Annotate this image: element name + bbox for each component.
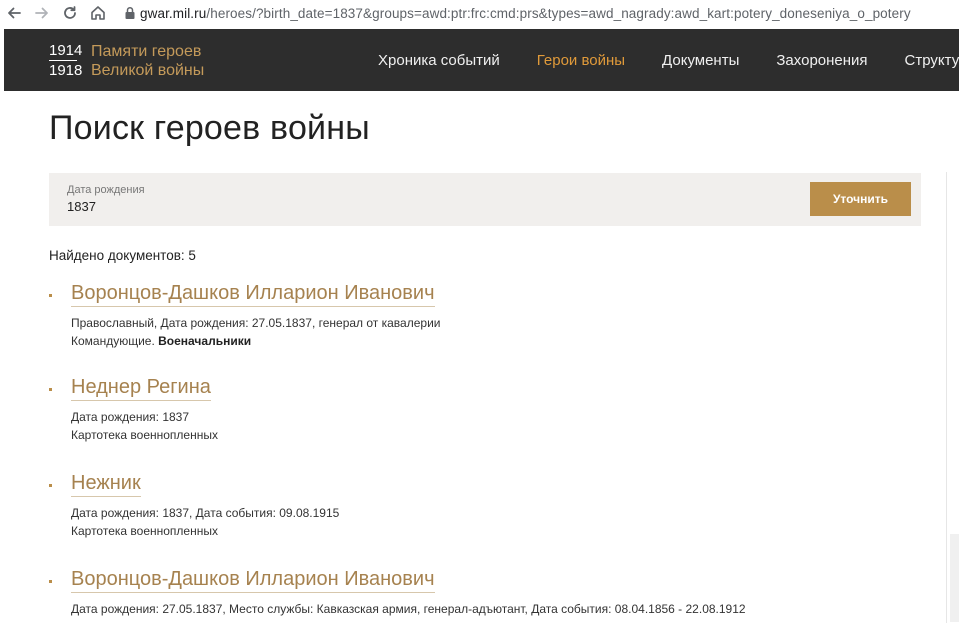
filter-bar: Дата рождения 1837 Уточнить <box>49 173 921 226</box>
result-meta-line: Дата рождения: 1837, Дата события: 09.08… <box>71 506 340 520</box>
list-item: Нежник Дата рождения: 1837, Дата события… <box>49 471 939 567</box>
result-title-link[interactable]: Неднер Регина <box>71 375 211 401</box>
back-arrow-icon[interactable] <box>0 1 28 25</box>
result-meta: Православный, Дата рождения: 27.05.1837,… <box>71 314 939 350</box>
nav-burials[interactable]: Захоронения <box>776 52 867 69</box>
nav-structure[interactable]: Структур <box>905 52 959 69</box>
address-bar[interactable]: gwar.mil.ru/heroes/?birth_date=1837&grou… <box>140 6 920 21</box>
nav-heroes[interactable]: Герои войны <box>537 52 625 69</box>
logo-years[interactable]: 1914 1918 <box>49 41 83 81</box>
reload-icon[interactable] <box>56 1 84 25</box>
list-item: Воронцов-Дашков Илларион Иванович Правос… <box>49 281 939 375</box>
result-title-link[interactable]: Воронцов-Дашков Илларион Иванович <box>71 281 435 307</box>
result-category: Картотека военнопленных <box>71 524 218 538</box>
bullet-icon <box>49 580 52 583</box>
birth-date-filter-value[interactable]: 1837 <box>67 199 96 214</box>
logo-line-2: Великой войны <box>91 62 205 79</box>
result-title-link[interactable]: Воронцов-Дашков Илларион Иванович <box>71 567 435 593</box>
list-item: Воронцов-Дашков Илларион Иванович Дата р… <box>49 567 939 618</box>
result-subcategory: Военачальники <box>158 334 252 348</box>
page-title: Поиск героев войны <box>49 109 370 147</box>
result-meta-line: Дата рождения: 27.05.1837, Место службы:… <box>71 602 746 616</box>
main-nav: Хроника событий Герои войны Документы За… <box>378 29 959 91</box>
lock-icon[interactable] <box>120 1 140 25</box>
bullet-icon <box>49 484 52 487</box>
site-header: 1914 1918 Памяти героев Великой войны Хр… <box>4 29 959 91</box>
results-list: Воронцов-Дашков Илларион Иванович Правос… <box>49 281 939 618</box>
bullet-icon <box>49 294 52 297</box>
result-meta: Дата рождения: 1837, Дата события: 09.08… <box>71 504 939 540</box>
list-item: Неднер Регина Дата рождения: 1837 Картот… <box>49 375 939 471</box>
scroll-shade <box>950 534 959 622</box>
filter-label: Дата рождения <box>67 184 145 196</box>
url-path: /heroes/?birth_date=1837&groups=awd:ptr:… <box>206 5 911 21</box>
result-title-link[interactable]: Нежник <box>71 471 141 497</box>
logo-year-start: 1914 <box>49 42 83 59</box>
bullet-icon <box>49 388 52 391</box>
refine-button[interactable]: Уточнить <box>810 182 911 216</box>
logo-title[interactable]: Памяти героев Великой войны <box>91 42 204 80</box>
forward-arrow-icon[interactable] <box>28 1 56 25</box>
result-meta-line: Дата рождения: 1837 <box>71 410 190 424</box>
result-meta: Дата рождения: 1837 Картотека военноплен… <box>71 408 939 444</box>
browser-toolbar: gwar.mil.ru/heroes/?birth_date=1837&grou… <box>0 0 959 26</box>
logo-year-end: 1918 <box>49 62 83 79</box>
result-meta-line: Православный, Дата рождения: 27.05.1837,… <box>71 316 441 330</box>
nav-documents[interactable]: Документы <box>662 52 739 69</box>
side-panel-edge <box>946 172 959 623</box>
nav-chronicle[interactable]: Хроника событий <box>378 52 500 69</box>
result-category: Картотека военнопленных <box>71 428 218 442</box>
result-meta: Дата рождения: 27.05.1837, Место службы:… <box>71 600 939 618</box>
result-category-line: Командующие. Военачальники <box>71 332 939 350</box>
url-host: gwar.mil.ru <box>140 5 207 21</box>
result-category: Командующие. <box>71 334 159 348</box>
logo-line-1: Памяти героев <box>91 43 202 60</box>
home-icon[interactable] <box>84 1 112 25</box>
results-count: Найдено документов: 5 <box>49 248 196 263</box>
